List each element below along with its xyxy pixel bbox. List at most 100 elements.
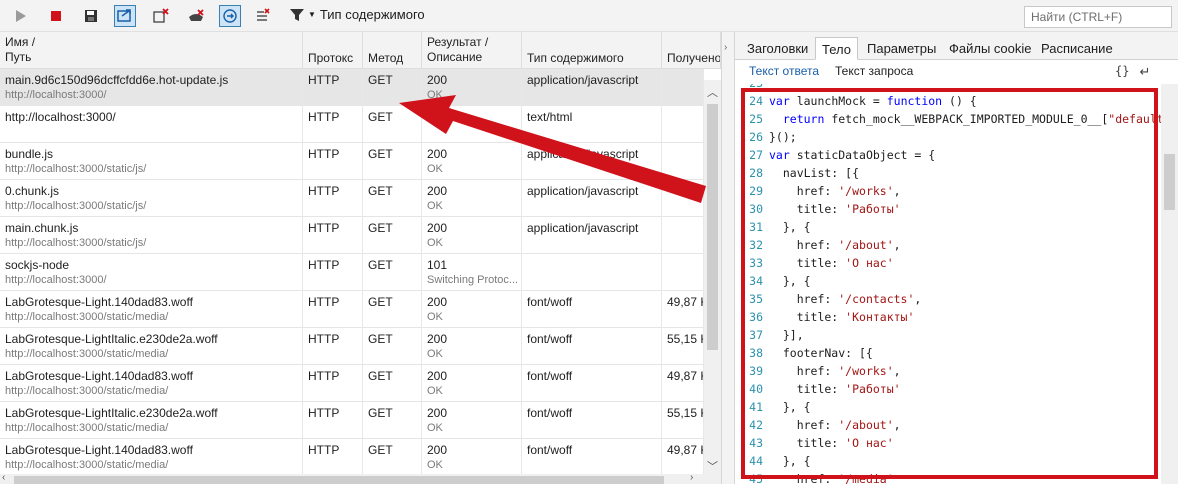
cell-type-value: text/html [527, 110, 573, 124]
details-tabs: Заголовки Тело Параметры Файлы cookie Распис… [735, 32, 1178, 60]
scroll-thumb[interactable] [707, 104, 718, 350]
content-type-filter[interactable]: ▼ Тип содержимого [290, 7, 425, 22]
line-number: 29 [749, 184, 763, 198]
cell-received: 55,15 K [662, 402, 704, 439]
cell-name: bundle.js http://localhost:3000/static/js… [0, 143, 303, 180]
tab-2[interactable]: Параметры [861, 37, 942, 60]
col-header-received[interactable]: Получено [662, 32, 721, 69]
code-text: title: 'Работы' [769, 382, 901, 396]
subtab-0[interactable]: Текст ответа [749, 64, 819, 78]
cell-type: font/woff [522, 365, 662, 402]
request-rows: main.9d6c150d96dcffcfdd6e.hot-update.js h… [0, 69, 704, 476]
clear-list-icon[interactable] [252, 5, 274, 27]
cell-result: 101 Switching Protoc... [422, 254, 522, 291]
export-icon[interactable] [114, 5, 136, 27]
code-line: 34 }, { [735, 272, 1161, 290]
code-scroll-thumb[interactable] [1164, 154, 1175, 210]
code-line: 27 var staticDataObject = { [735, 146, 1161, 164]
line-number: 40 [749, 382, 763, 396]
code-line: 25 return fetch_mock__WEBPACK_IMPORTED_M… [735, 110, 1161, 128]
pane-splitter[interactable]: › [721, 32, 735, 484]
cell-protocol: HTTP [303, 328, 363, 365]
cell-received [662, 69, 704, 106]
cell-type: text/html [522, 106, 662, 143]
cell-protocol: HTTP [303, 217, 363, 254]
cell-name-sub: http://localhost:3000/static/media/ [5, 422, 169, 434]
scroll-down-icon[interactable]: ﹀ [707, 458, 718, 474]
response-body-code[interactable]: 23 24 var launchMock = function () {25 ret… [735, 84, 1161, 484]
request-list-vscroll[interactable]: ︿ ﹀ [704, 80, 721, 474]
col-header-name[interactable]: Имя / Путь [0, 32, 303, 69]
cell-method-value: GET [368, 221, 393, 235]
cell-method: GET [363, 106, 422, 143]
table-row[interactable]: main.9d6c150d96dcffcfdd6e.hot-update.js h… [0, 69, 704, 106]
code-line: 29 href: '/works', [735, 182, 1161, 200]
table-row[interactable]: 0.chunk.js http://localhost:3000/static/j… [0, 180, 704, 217]
cookies-icon[interactable] [219, 5, 241, 27]
cell-received [662, 217, 704, 254]
collapse-chevron-icon[interactable]: › [724, 42, 727, 53]
format-braces-icon[interactable]: {} [1115, 64, 1129, 80]
code-vscroll[interactable] [1161, 84, 1178, 484]
word-wrap-icon[interactable]: ↵ [1139, 64, 1150, 80]
cell-name-value: http://localhost:3000/ [5, 110, 116, 124]
clear-cache-icon[interactable] [185, 5, 207, 27]
table-row[interactable]: LabGrotesque-Light.140dad83.woff http://l… [0, 365, 704, 402]
code-line: 26}(); [735, 128, 1161, 146]
search-input[interactable] [1024, 6, 1172, 28]
table-row[interactable]: LabGrotesque-Light.140dad83.woff http://l… [0, 291, 704, 328]
cell-method-value: GET [368, 73, 393, 87]
cell-name-value: main.9d6c150d96dcffcfdd6e.hot-update.js [5, 73, 229, 87]
table-row[interactable]: http://localhost:3000/HTTP GET OK text/html [0, 106, 704, 143]
hscroll-thumb[interactable] [14, 476, 664, 484]
save-icon[interactable] [80, 5, 102, 27]
table-row[interactable]: LabGrotesque-Light.140dad83.woff http://l… [0, 439, 704, 476]
cell-type [522, 254, 662, 291]
cell-result-value: 200 [427, 184, 448, 198]
cell-result-sub: OK [427, 237, 443, 249]
table-row[interactable]: bundle.js http://localhost:3000/static/js… [0, 143, 704, 180]
cell-result-sub: OK [427, 311, 443, 323]
col-header-type[interactable]: Тип содержимого [522, 32, 662, 69]
clear-sessions-icon[interactable] [150, 5, 172, 27]
line-number: 33 [749, 256, 763, 270]
subtab-1[interactable]: Текст запроса [835, 64, 913, 78]
scroll-right-icon[interactable]: › [690, 472, 693, 483]
cell-name: 0.chunk.js http://localhost:3000/static/j… [0, 180, 303, 217]
cell-result-value: 200 [427, 332, 448, 346]
cell-type-value: font/woff [527, 295, 573, 309]
tab-0[interactable]: Заголовки [741, 37, 814, 60]
cell-method-value: GET [368, 406, 393, 420]
cell-received: 49,87 K [662, 439, 704, 476]
cell-protocol-value: HTTP [308, 73, 340, 87]
table-row[interactable]: main.chunk.js http://localhost:3000/stati… [0, 217, 704, 254]
cell-name-value: LabGrotesque-Light.140dad83.woff [5, 295, 193, 309]
tab-4[interactable]: Расписание [1035, 37, 1119, 60]
cell-result-value: 101 [427, 258, 448, 272]
line-number: 44 [749, 454, 763, 468]
tab-3[interactable]: Файлы cookie [943, 37, 1038, 60]
table-row[interactable]: LabGrotesque-LightItalic.e230de2a.woff ht… [0, 402, 704, 439]
cell-protocol-value: HTTP [308, 110, 340, 124]
play-icon[interactable] [9, 5, 31, 27]
col-header-protocol[interactable]: Протокс [303, 32, 363, 69]
stop-icon[interactable] [45, 5, 67, 27]
code-line: 35 href: '/contacts', [735, 290, 1161, 308]
code-line: 31 }, { [735, 218, 1161, 236]
cell-protocol-value: HTTP [308, 369, 340, 383]
scroll-up-icon[interactable]: ︿ [707, 84, 718, 100]
table-row[interactable]: sockjs-node http://localhost:3000/HTTP GET… [0, 254, 704, 291]
cell-name-sub: http://localhost:3000/ [5, 274, 107, 286]
request-list-hscroll[interactable]: ‹ › [0, 472, 721, 484]
cell-type: application/javascript [522, 143, 662, 180]
details-pane: Заголовки Тело Параметры Файлы cookie Распис… [735, 32, 1178, 484]
cell-name: LabGrotesque-LightItalic.e230de2a.woff ht… [0, 402, 303, 439]
cell-result-sub: OK [427, 422, 443, 434]
cell-result-sub: OK [427, 348, 443, 360]
table-row[interactable]: LabGrotesque-LightItalic.e230de2a.woff ht… [0, 328, 704, 365]
tab-1[interactable]: Тело [815, 37, 858, 60]
scroll-left-icon[interactable]: ‹ [2, 472, 5, 483]
col-header-result[interactable]: Результат / Описание [422, 32, 522, 69]
col-header-method[interactable]: Метод [363, 32, 422, 69]
cell-name-value: LabGrotesque-LightItalic.e230de2a.woff [5, 332, 218, 346]
